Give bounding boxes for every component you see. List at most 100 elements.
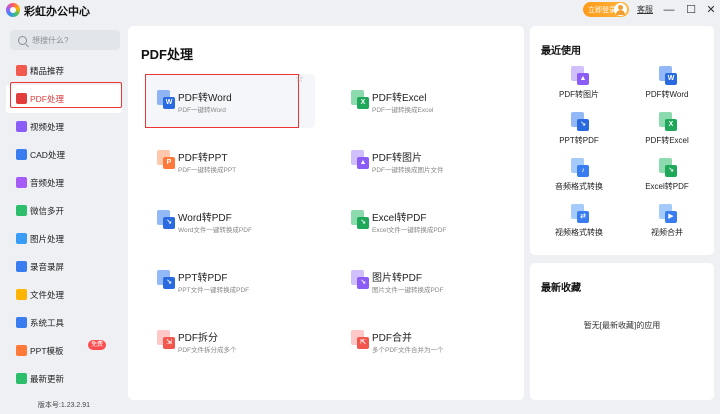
mic-icon: [16, 261, 27, 272]
ppt-template-icon: [16, 345, 27, 356]
login-button[interactable]: 立即登录: [583, 2, 629, 17]
tool-desc: PDF一键转换成Excel: [372, 107, 434, 114]
tool-card[interactable]: ↘ Excel转PDF Excel文件一键转换成PDF: [342, 202, 502, 246]
pdf-to-excel-icon: X: [657, 112, 677, 132]
sidebar-item[interactable]: 视频处理: [6, 113, 122, 141]
sidebar-item-label: 最新更新: [30, 374, 65, 384]
tool-card[interactable]: ⇱ PDF合并多个PDF文件合并为一个: [342, 322, 502, 366]
app-title: 彩虹办公中心: [24, 6, 90, 18]
tool-card[interactable]: ↘ Word转PDF Word文件一键转换成PDF: [148, 202, 308, 246]
recent-item[interactable]: X PDF转Excel: [623, 112, 707, 152]
icon-badge: ⇱: [357, 337, 369, 349]
sidebar-item-label: 视频处理: [30, 122, 65, 132]
tool-name: PDF拆分: [178, 333, 218, 344]
recent-item-label: 视频合并: [651, 228, 683, 237]
icon-badge: ▲: [357, 157, 369, 169]
pdf-split-icon: ⇲: [155, 330, 175, 350]
tool-name: PDF合并: [372, 333, 412, 344]
sidebar-item-label: 文件处理: [30, 290, 65, 300]
excel-to-pdf-icon: ↘: [349, 210, 369, 230]
sidebar-item[interactable]: 微信多开: [6, 197, 122, 225]
recent-item-label: 视频格式转换: [555, 228, 603, 237]
sidebar-item[interactable]: 最新更新: [6, 365, 122, 393]
pdf-to-image-icon: ▲: [569, 66, 589, 86]
recent-item-label: 音频格式转换: [555, 182, 603, 191]
minimize-button[interactable]: —: [661, 2, 677, 18]
recent-item[interactable]: ▶ 视频合并: [623, 204, 707, 244]
close-button[interactable]: ✕: [703, 2, 719, 18]
tool-desc: PDF一键转换成图片文件: [372, 167, 444, 174]
sidebar-item-label: PPT模板: [30, 346, 64, 356]
search-placeholder: 想搜什么?: [32, 35, 69, 45]
pdf-to-image-icon: ▲: [349, 150, 369, 170]
update-icon: [16, 373, 27, 384]
sidebar-item[interactable]: 音频处理: [6, 169, 122, 197]
video-convert-icon: ⇄: [569, 204, 589, 224]
pdf-to-word-icon: W: [657, 66, 677, 86]
tool-desc: PDF一键转换成PPT: [178, 167, 237, 174]
word-to-pdf-icon: ↘: [155, 210, 175, 230]
tool-desc: 多个PDF文件合并为一个: [372, 347, 444, 354]
sidebar-item-label: 音频处理: [30, 178, 65, 188]
sidebar-item[interactable]: PPT模板 免费: [6, 337, 122, 365]
recent-item-label: PPT转PDF: [559, 136, 599, 145]
icon-badge: ↘: [665, 165, 677, 177]
icon-badge: ⇲: [163, 337, 175, 349]
tool-name: PDF转图片: [372, 153, 422, 164]
sidebar-item[interactable]: 系统工具: [6, 309, 122, 337]
recent-item-label: Excel转PDF: [645, 182, 689, 191]
pdf-to-ppt-icon: P: [155, 150, 175, 170]
sidebar-item-label: 图片处理: [30, 234, 65, 244]
icon-badge: ↘: [357, 217, 369, 229]
customer-service-link[interactable]: 客服: [637, 4, 653, 15]
icon-badge: ▲: [577, 73, 589, 85]
tool-card[interactable]: ↘ 图片转PDF 图片文件一键转换成PDF: [342, 262, 502, 306]
favorites-panel: 最新收藏 暂无[最新收藏]的应用: [530, 263, 714, 400]
tool-name: Excel转PDF: [372, 213, 427, 224]
recent-item[interactable]: W PDF转Word: [623, 66, 707, 106]
sidebar-item-label: 系统工具: [30, 318, 65, 328]
selected-tool-highlight: [145, 74, 299, 128]
tool-card[interactable]: P PDF转PPT PDF一键转换成PPT: [148, 142, 308, 186]
favorite-star-icon[interactable]: ☆: [295, 74, 304, 85]
recent-title: 最近使用: [541, 46, 581, 57]
tool-card[interactable]: ⇲ PDF拆分 PDF文件拆分成多个: [148, 322, 308, 366]
active-item-highlight: [10, 82, 122, 108]
recent-item[interactable]: ▲ PDF转图片: [535, 66, 619, 106]
sidebar-item[interactable]: 录音录屏: [6, 253, 122, 281]
recent-item[interactable]: ♪ 音频格式转换: [535, 158, 619, 198]
icon-badge: ↘: [577, 119, 589, 131]
recent-item-label: PDF转Word: [645, 90, 689, 99]
icon-badge: ♪: [577, 165, 589, 177]
sidebar-item[interactable]: 文件处理: [6, 281, 122, 309]
sidebar-item[interactable]: 精品推荐: [6, 57, 122, 85]
video-merge-icon: ▶: [657, 204, 677, 224]
image-to-pdf-icon: ↘: [349, 270, 369, 290]
recent-item-label: PDF转Excel: [645, 136, 689, 145]
icon-badge: W: [665, 73, 677, 85]
sidebar-item[interactable]: 图片处理: [6, 225, 122, 253]
recent-item[interactable]: ↘ Excel转PDF: [623, 158, 707, 198]
recent-item[interactable]: ↘ PPT转PDF: [535, 112, 619, 152]
sidebar-item[interactable]: CAD处理: [6, 141, 122, 169]
image-icon: [16, 233, 27, 244]
icon-badge: ↘: [357, 277, 369, 289]
ppt-to-pdf-icon: ↘: [155, 270, 175, 290]
search-input[interactable]: 想搜什么?: [10, 30, 120, 50]
tool-desc: PDF文件拆分成多个: [178, 347, 237, 354]
tool-name: PDF转PPT: [178, 153, 228, 164]
tool-card[interactable]: X PDF转Excel PDF一键转换成Excel: [342, 82, 502, 126]
search-icon: [18, 35, 27, 45]
app-logo-icon: [6, 3, 20, 17]
title-bar: 彩虹办公中心 立即登录 客服 — ☐ ✕: [0, 0, 720, 20]
tool-name: 图片转PDF: [372, 273, 422, 284]
tool-name: PPT转PDF: [178, 273, 228, 284]
tool-card[interactable]: ▲ PDF转图片 PDF一键转换成图片文件: [342, 142, 502, 186]
tool-desc: 图片文件一键转换成PDF: [372, 287, 444, 294]
maximize-button[interactable]: ☐: [683, 2, 699, 18]
recent-item[interactable]: ⇄ 视频格式转换: [535, 204, 619, 244]
recent-item-label: PDF转图片: [559, 90, 599, 99]
version-label: 版本号:1.23.2.91: [37, 402, 91, 409]
tool-card[interactable]: ↘ PPT转PDF PPT文件一键转换成PDF: [148, 262, 308, 306]
free-badge: 免费: [88, 340, 107, 350]
